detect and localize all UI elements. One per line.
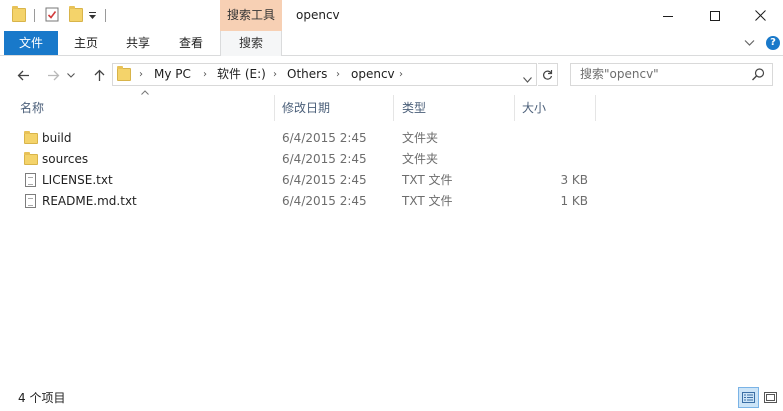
column-header-type[interactable]: 类型 <box>402 95 510 121</box>
details-view-button[interactable] <box>738 387 759 408</box>
tab-view[interactable]: 查看 <box>171 31 211 55</box>
column-header-size[interactable]: 大小 <box>522 95 592 121</box>
maximize-button[interactable] <box>692 0 738 31</box>
close-button[interactable] <box>737 0 783 31</box>
ribbon-tab-bar: 文件 主页 共享 查看 搜索 <box>0 31 783 56</box>
context-tab-label: 搜索工具 <box>226 8 275 22</box>
column-header-name[interactable]: 名称 <box>20 95 272 121</box>
new-folder-icon[interactable] <box>69 6 83 22</box>
toolbar-divider <box>34 9 35 22</box>
search-tools-context-tab: 搜索工具 <box>220 0 282 31</box>
breadcrumb-others[interactable]: Others <box>287 64 327 85</box>
breadcrumb-my-pc[interactable]: My PC <box>154 64 191 85</box>
minimize-icon <box>663 15 673 17</box>
window-title: opencv <box>296 8 340 22</box>
tab-search[interactable]: 搜索 <box>220 31 282 56</box>
folder-icon <box>24 131 38 144</box>
large-icons-view-button[interactable] <box>760 387 781 408</box>
file-type: 文件夹 <box>402 131 439 145</box>
file-type: TXT 文件 <box>402 194 453 208</box>
text-file-icon <box>25 194 36 208</box>
properties-icon[interactable] <box>45 7 59 22</box>
minimize-button[interactable] <box>645 0 691 31</box>
breadcrumb-separator-icon[interactable]: › <box>139 64 143 85</box>
text-file-icon <box>25 173 36 187</box>
back-button[interactable] <box>12 64 34 86</box>
file-row[interactable]: sources 6/4/2015 2:45 文件夹 <box>0 149 600 170</box>
column-divider[interactable] <box>595 95 596 121</box>
column-divider[interactable] <box>393 95 394 121</box>
file-row[interactable]: build 6/4/2015 2:45 文件夹 <box>0 128 600 149</box>
search-box[interactable]: 搜索"opencv" <box>570 63 773 86</box>
up-arrow-icon <box>94 69 104 81</box>
file-type: TXT 文件 <box>402 173 453 187</box>
help-button[interactable]: ? <box>766 36 780 50</box>
breadcrumb-separator-icon[interactable]: › <box>399 64 403 85</box>
tab-file[interactable]: 文件 <box>4 31 58 55</box>
search-icon[interactable] <box>751 67 766 82</box>
tab-share[interactable]: 共享 <box>118 31 158 55</box>
file-date: 6/4/2015 2:45 <box>282 131 367 145</box>
column-divider[interactable] <box>514 95 515 121</box>
forward-button[interactable] <box>42 64 64 86</box>
breadcrumb-drive-e[interactable]: 软件 (E:) <box>217 64 266 85</box>
title-bar: 搜索工具 opencv <box>0 0 783 31</box>
details-view-icon <box>742 392 755 403</box>
breadcrumb-separator-icon[interactable]: › <box>273 64 277 85</box>
status-item-count: 4 个项目 <box>18 391 66 405</box>
tab-home[interactable]: 主页 <box>66 31 106 55</box>
breadcrumb-separator-icon[interactable]: › <box>203 64 207 85</box>
expand-ribbon-chevron-icon[interactable] <box>744 36 755 51</box>
chevron-down-icon <box>523 77 532 83</box>
column-header-date[interactable]: 修改日期 <box>282 95 392 121</box>
search-input[interactable]: 搜索"opencv" <box>580 64 659 85</box>
refresh-button[interactable] <box>538 63 558 86</box>
address-history-dropdown[interactable] <box>523 70 532 91</box>
file-size: 1 KB <box>560 194 588 208</box>
forward-arrow-icon <box>47 70 59 80</box>
file-name[interactable]: LICENSE.txt <box>42 170 113 191</box>
file-date: 6/4/2015 2:45 <box>282 152 367 166</box>
column-divider[interactable] <box>274 95 275 121</box>
breadcrumb-separator-icon[interactable]: › <box>336 64 340 85</box>
file-row[interactable]: README.md.txt 6/4/2015 2:45 TXT 文件 1 KB <box>0 191 600 212</box>
large-icons-view-icon <box>764 392 777 403</box>
file-name[interactable]: build <box>42 128 72 149</box>
file-size: 3 KB <box>560 173 588 187</box>
chevron-down-icon <box>67 72 75 78</box>
file-name[interactable]: sources <box>42 149 88 170</box>
folder-icon <box>117 66 131 81</box>
file-type: 文件夹 <box>402 152 439 166</box>
back-arrow-icon <box>17 70 29 80</box>
customize-quick-access-icon[interactable] <box>88 9 97 22</box>
toolbar-divider <box>105 9 106 22</box>
file-date: 6/4/2015 2:45 <box>282 173 367 187</box>
file-row[interactable]: LICENSE.txt 6/4/2015 2:45 TXT 文件 3 KB <box>0 170 600 191</box>
up-button[interactable] <box>88 64 110 86</box>
maximize-icon <box>710 10 720 21</box>
refresh-icon <box>543 69 553 80</box>
folder-icon <box>12 6 26 22</box>
file-name[interactable]: README.md.txt <box>42 191 137 212</box>
recent-locations-button[interactable] <box>64 64 78 86</box>
close-icon <box>754 10 766 21</box>
file-date: 6/4/2015 2:45 <box>282 194 367 208</box>
folder-icon <box>24 152 38 165</box>
address-bar[interactable]: › My PC › 软件 (E:) › Others › opencv › <box>112 63 537 86</box>
breadcrumb-opencv[interactable]: opencv <box>351 64 395 85</box>
